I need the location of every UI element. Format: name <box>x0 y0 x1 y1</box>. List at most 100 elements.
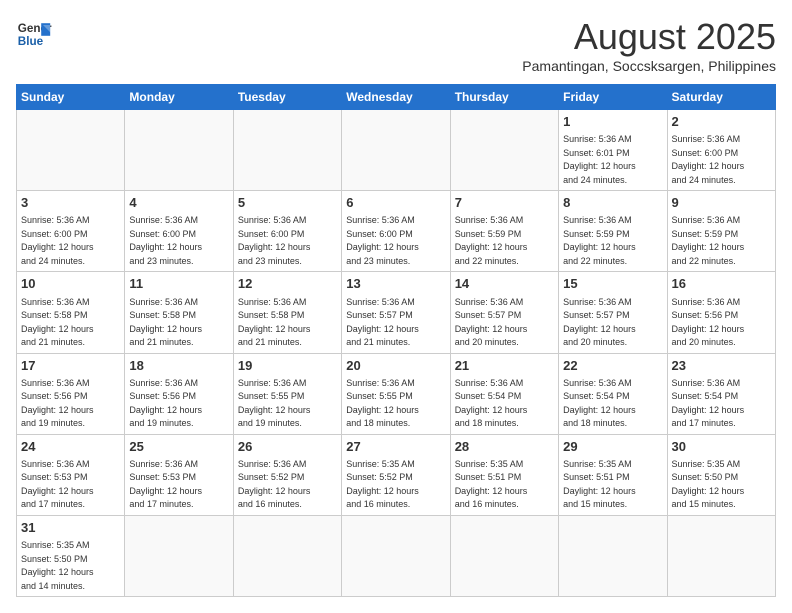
day-info: Sunrise: 5:36 AM Sunset: 5:57 PM Dayligh… <box>563 296 662 350</box>
calendar-cell: 19 Sunrise: 5:36 AM Sunset: 5:55 PM Dayli… <box>233 353 341 434</box>
calendar-cell <box>342 110 450 191</box>
day-number: 4 <box>129 194 228 212</box>
day-info: Sunrise: 5:36 AM Sunset: 5:54 PM Dayligh… <box>672 377 771 431</box>
day-number: 24 <box>21 438 120 456</box>
day-info: Sunrise: 5:36 AM Sunset: 5:55 PM Dayligh… <box>346 377 445 431</box>
day-info: Sunrise: 5:36 AM Sunset: 6:01 PM Dayligh… <box>563 133 662 187</box>
weekday-header-saturday: Saturday <box>667 85 775 110</box>
calendar-cell: 6Sunrise: 5:36 AM Sunset: 6:00 PM Daylig… <box>342 191 450 272</box>
week-row-0: 1 Sunrise: 5:36 AM Sunset: 6:01 PM Daylig… <box>17 110 776 191</box>
calendar-cell <box>667 515 775 596</box>
day-info: Sunrise: 5:36 AM Sunset: 5:55 PM Dayligh… <box>238 377 337 431</box>
day-number: 27 <box>346 438 445 456</box>
day-number: 10 <box>21 275 120 293</box>
calendar-cell <box>17 110 125 191</box>
day-info: Sunrise: 5:36 AM Sunset: 6:00 PM Dayligh… <box>672 133 771 187</box>
week-row-5: 31 Sunrise: 5:35 AM Sunset: 5:50 PM Dayli… <box>17 515 776 596</box>
calendar-cell: 3 Sunrise: 5:36 AM Sunset: 6:00 PM Daylig… <box>17 191 125 272</box>
day-number: 5 <box>238 194 337 212</box>
day-info: Sunrise: 5:36 AM Sunset: 5:53 PM Dayligh… <box>129 458 228 512</box>
day-info: Sunrise: 5:36 AM Sunset: 5:57 PM Dayligh… <box>455 296 554 350</box>
calendar-cell: 18 Sunrise: 5:36 AM Sunset: 5:56 PM Dayli… <box>125 353 233 434</box>
day-info: Sunrise: 5:36 AM Sunset: 5:59 PM Dayligh… <box>672 214 771 268</box>
calendar-cell: 24 Sunrise: 5:36 AM Sunset: 5:53 PM Dayli… <box>17 434 125 515</box>
day-number: 3 <box>21 194 120 212</box>
calendar-cell: 28 Sunrise: 5:35 AM Sunset: 5:51 PM Dayli… <box>450 434 558 515</box>
calendar-cell: 13 Sunrise: 5:36 AM Sunset: 5:57 PM Dayli… <box>342 272 450 353</box>
weekday-header-sunday: Sunday <box>17 85 125 110</box>
day-info: Sunrise: 5:35 AM Sunset: 5:50 PM Dayligh… <box>672 458 771 512</box>
day-number: 2 <box>672 113 771 131</box>
day-number: 15 <box>563 275 662 293</box>
day-info: Sunrise: 5:36 AM Sunset: 5:58 PM Dayligh… <box>129 296 228 350</box>
calendar-cell: 9 Sunrise: 5:36 AM Sunset: 5:59 PM Daylig… <box>667 191 775 272</box>
day-number: 25 <box>129 438 228 456</box>
calendar-cell: 31 Sunrise: 5:35 AM Sunset: 5:50 PM Dayli… <box>17 515 125 596</box>
day-info: Sunrise: 5:36 AM Sunset: 6:00 PM Dayligh… <box>129 214 228 268</box>
day-info: Sunrise: 5:36 AM Sunset: 5:56 PM Dayligh… <box>672 296 771 350</box>
day-info: Sunrise: 5:36 AM Sunset: 6:00 PM Dayligh… <box>21 214 120 268</box>
calendar-cell: 1 Sunrise: 5:36 AM Sunset: 6:01 PM Daylig… <box>559 110 667 191</box>
day-info: Sunrise: 5:36 AM Sunset: 6:00 PM Dayligh… <box>346 214 445 268</box>
day-number: 8 <box>563 194 662 212</box>
calendar-cell: 16 Sunrise: 5:36 AM Sunset: 5:56 PM Dayli… <box>667 272 775 353</box>
day-number: 29 <box>563 438 662 456</box>
day-info: Sunrise: 5:36 AM Sunset: 5:59 PM Dayligh… <box>455 214 554 268</box>
calendar-cell: 4 Sunrise: 5:36 AM Sunset: 6:00 PM Daylig… <box>125 191 233 272</box>
calendar-cell <box>125 110 233 191</box>
day-info: Sunrise: 5:36 AM Sunset: 5:58 PM Dayligh… <box>238 296 337 350</box>
day-info: Sunrise: 5:36 AM Sunset: 6:00 PM Dayligh… <box>238 214 337 268</box>
day-number: 16 <box>672 275 771 293</box>
calendar-cell <box>125 515 233 596</box>
weekday-header-thursday: Thursday <box>450 85 558 110</box>
day-number: 23 <box>672 357 771 375</box>
calendar-cell: 30Sunrise: 5:35 AM Sunset: 5:50 PM Dayli… <box>667 434 775 515</box>
day-number: 19 <box>238 357 337 375</box>
calendar-cell: 20 Sunrise: 5:36 AM Sunset: 5:55 PM Dayli… <box>342 353 450 434</box>
calendar-cell <box>342 515 450 596</box>
day-number: 11 <box>129 275 228 293</box>
day-info: Sunrise: 5:36 AM Sunset: 5:59 PM Dayligh… <box>563 214 662 268</box>
calendar-cell: 10Sunrise: 5:36 AM Sunset: 5:58 PM Dayli… <box>17 272 125 353</box>
calendar-cell <box>450 515 558 596</box>
day-info: Sunrise: 5:36 AM Sunset: 5:57 PM Dayligh… <box>346 296 445 350</box>
day-info: Sunrise: 5:35 AM Sunset: 5:50 PM Dayligh… <box>21 539 120 593</box>
location-title: Pamantingan, Soccsksargen, Philippines <box>522 58 776 74</box>
day-info: Sunrise: 5:36 AM Sunset: 5:52 PM Dayligh… <box>238 458 337 512</box>
day-number: 1 <box>563 113 662 131</box>
weekday-header-tuesday: Tuesday <box>233 85 341 110</box>
title-area: August 2025 Pamantingan, Soccsksargen, P… <box>522 16 776 74</box>
week-row-3: 17 Sunrise: 5:36 AM Sunset: 5:56 PM Dayli… <box>17 353 776 434</box>
calendar-cell <box>559 515 667 596</box>
calendar-cell: 22 Sunrise: 5:36 AM Sunset: 5:54 PM Dayli… <box>559 353 667 434</box>
day-number: 7 <box>455 194 554 212</box>
day-info: Sunrise: 5:35 AM Sunset: 5:52 PM Dayligh… <box>346 458 445 512</box>
day-number: 20 <box>346 357 445 375</box>
day-number: 9 <box>672 194 771 212</box>
calendar-cell: 27 Sunrise: 5:35 AM Sunset: 5:52 PM Dayli… <box>342 434 450 515</box>
day-number: 28 <box>455 438 554 456</box>
week-row-4: 24 Sunrise: 5:36 AM Sunset: 5:53 PM Dayli… <box>17 434 776 515</box>
weekday-header-friday: Friday <box>559 85 667 110</box>
day-number: 22 <box>563 357 662 375</box>
logo: General Blue <box>16 16 52 52</box>
day-info: Sunrise: 5:36 AM Sunset: 5:56 PM Dayligh… <box>129 377 228 431</box>
calendar-cell: 8 Sunrise: 5:36 AM Sunset: 5:59 PM Daylig… <box>559 191 667 272</box>
calendar-cell: 25 Sunrise: 5:36 AM Sunset: 5:53 PM Dayli… <box>125 434 233 515</box>
day-info: Sunrise: 5:36 AM Sunset: 5:54 PM Dayligh… <box>563 377 662 431</box>
calendar-cell <box>233 110 341 191</box>
day-number: 31 <box>21 519 120 537</box>
week-row-2: 10 Sunrise: 5:36 AM Sunset: 5:58 PM Dayli… <box>17 272 776 353</box>
day-number: 26 <box>238 438 337 456</box>
calendar-cell: 29Sunrise: 5:35 AM Sunset: 5:51 PM Dayli… <box>559 434 667 515</box>
month-title: August 2025 <box>522 16 776 58</box>
day-info: Sunrise: 5:36 AM Sunset: 5:56 PM Dayligh… <box>21 377 120 431</box>
week-row-1: 3 Sunrise: 5:36 AM Sunset: 6:00 PM Daylig… <box>17 191 776 272</box>
day-number: 13 <box>346 275 445 293</box>
day-number: 18 <box>129 357 228 375</box>
day-info: Sunrise: 5:36 AM Sunset: 5:53 PM Dayligh… <box>21 458 120 512</box>
day-info: Sunrise: 5:35 AM Sunset: 5:51 PM Dayligh… <box>455 458 554 512</box>
calendar-cell: 21Sunrise: 5:36 AM Sunset: 5:54 PM Dayli… <box>450 353 558 434</box>
calendar-table: SundayMondayTuesdayWednesdayThursdayFrid… <box>16 84 776 597</box>
day-number: 17 <box>21 357 120 375</box>
